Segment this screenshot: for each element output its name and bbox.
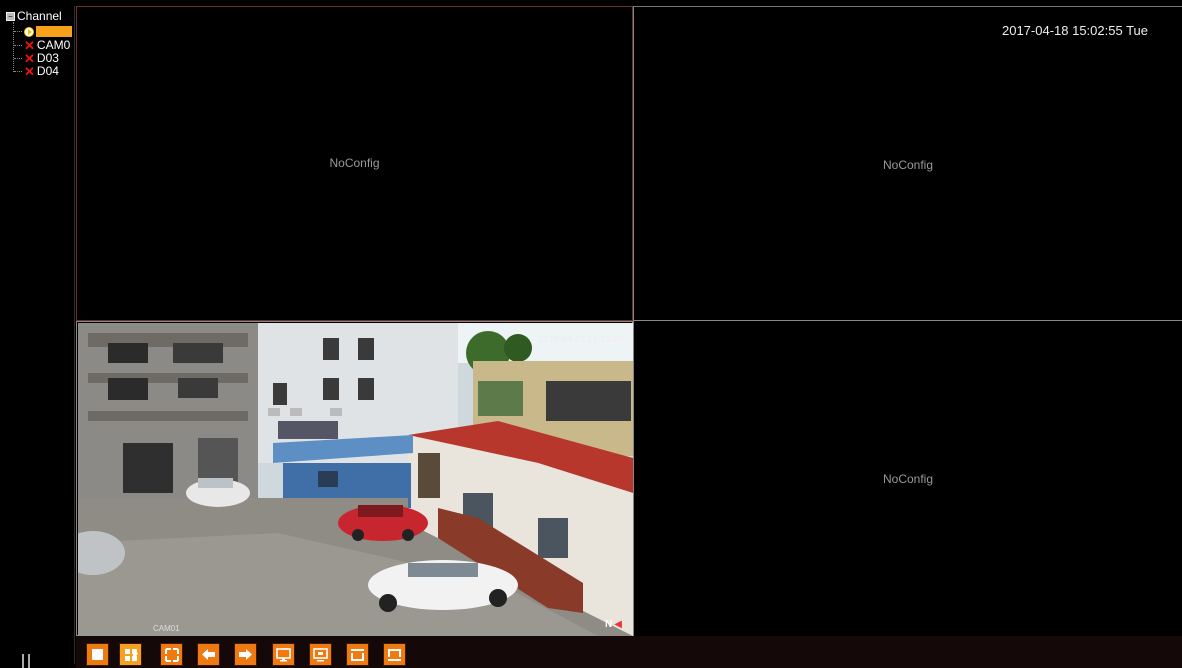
tree-branch bbox=[14, 70, 22, 72]
monitor-alt-button[interactable] bbox=[309, 643, 332, 666]
previous-icon bbox=[202, 649, 215, 660]
monitor-button[interactable] bbox=[272, 643, 295, 666]
tree-branch bbox=[14, 44, 22, 46]
record-button[interactable] bbox=[346, 643, 369, 666]
channel-item-cam0[interactable]: ✕ CAM0 bbox=[14, 37, 71, 53]
camera-name-label: CAM01 bbox=[153, 624, 180, 633]
tree-branch bbox=[14, 57, 22, 59]
monitor-alt-icon bbox=[313, 647, 328, 661]
record-icon bbox=[351, 648, 364, 661]
monitor-icon bbox=[276, 647, 291, 661]
channel-label: CAM0 bbox=[36, 38, 71, 52]
camera-status-indicators: N ◀ bbox=[605, 619, 622, 630]
playback-icon bbox=[388, 648, 401, 661]
previous-button[interactable] bbox=[197, 643, 220, 666]
single-view-button[interactable] bbox=[86, 643, 109, 666]
bottom-toolbar bbox=[76, 636, 1182, 668]
channel-item-d03[interactable]: ✕ D03 bbox=[14, 50, 59, 66]
play-icon bbox=[24, 26, 34, 37]
video-cell-2[interactable]: 2017-04-18 15:02:55 Tue NoConfig bbox=[633, 6, 1182, 321]
fullscreen-icon bbox=[164, 647, 179, 662]
playback-button[interactable] bbox=[383, 643, 406, 666]
noconfig-label: NoConfig bbox=[329, 156, 380, 170]
scroll-handle[interactable] bbox=[22, 654, 30, 668]
camera-osd-timestamp: 2017-04-18 17:18:20 bbox=[539, 334, 624, 344]
selected-channel-highlight bbox=[36, 26, 72, 37]
audio-muted-icon: ◀ bbox=[614, 619, 622, 630]
camera-feed-image bbox=[78, 323, 633, 636]
signal-status-label: N bbox=[605, 619, 613, 630]
next-icon bbox=[239, 649, 252, 660]
next-button[interactable] bbox=[234, 643, 257, 666]
noconfig-label: NoConfig bbox=[882, 472, 934, 486]
disconnected-icon: ✕ bbox=[24, 37, 35, 53]
mouse-cursor bbox=[133, 653, 138, 662]
dvr-live-view: − Channel ✕ CAM0 ✕ D03 ✕ D04 NoConfig 20… bbox=[0, 0, 1182, 668]
channel-item-d04[interactable]: ✕ D04 bbox=[14, 63, 59, 79]
channel-item-1[interactable] bbox=[14, 26, 72, 37]
single-view-icon bbox=[92, 649, 103, 660]
video-cell-4[interactable]: NoConfig bbox=[633, 321, 1182, 636]
collapse-icon[interactable]: − bbox=[6, 11, 15, 21]
video-cell-1[interactable]: NoConfig bbox=[76, 6, 633, 321]
fullscreen-button[interactable] bbox=[160, 643, 183, 666]
channel-label: D03 bbox=[36, 51, 59, 65]
quad-view-button[interactable] bbox=[119, 643, 142, 666]
tree-branch bbox=[14, 31, 22, 32]
channel-label: D04 bbox=[36, 64, 59, 78]
system-datetime: 2017-04-18 15:02:55 Tue bbox=[1001, 23, 1148, 38]
video-grid: NoConfig 2017-04-18 15:02:55 Tue NoConfi… bbox=[76, 6, 1182, 636]
disconnected-icon: ✕ bbox=[24, 63, 35, 79]
channel-header-label: Channel bbox=[17, 9, 62, 23]
channel-sidebar: − Channel ✕ CAM0 ✕ D03 ✕ D04 bbox=[4, 6, 75, 664]
video-cell-3[interactable]: 2017-04-18 17:18:20 CAM01 N ◀ bbox=[76, 321, 633, 636]
noconfig-label: NoConfig bbox=[882, 158, 934, 172]
disconnected-icon: ✕ bbox=[24, 50, 35, 66]
channel-tree-header[interactable]: − Channel bbox=[6, 10, 62, 22]
